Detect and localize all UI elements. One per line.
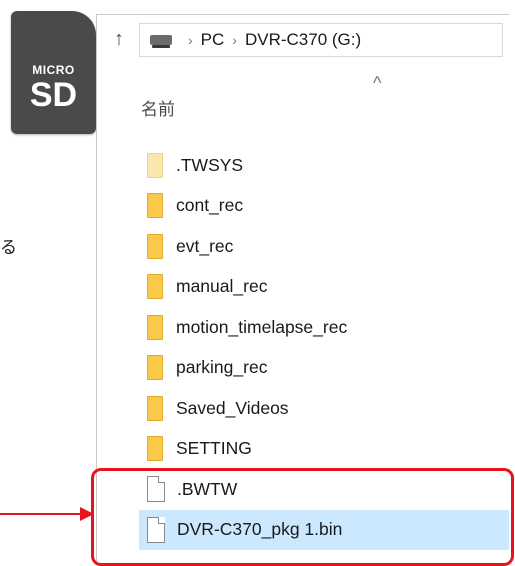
item-name: evt_rec: [176, 235, 234, 256]
item-name: manual_rec: [176, 276, 268, 297]
folder-icon: [147, 193, 163, 219]
item-name: motion_timelapse_rec: [176, 316, 348, 337]
folder-icon: [147, 436, 163, 462]
folder-icon: [147, 314, 163, 340]
breadcrumb-drive[interactable]: DVR-C370 (G:): [245, 30, 361, 50]
item-name: cont_rec: [176, 195, 244, 216]
sort-ascending-icon[interactable]: ^: [373, 73, 381, 94]
list-item[interactable]: .BWTW: [139, 469, 509, 510]
explorer-window: ↑ › PC › DVR-C370 (G:) ^ 名前 .TWSYS cont_…: [96, 14, 509, 563]
item-name: Saved_Videos: [176, 397, 289, 418]
list-item[interactable]: Saved_Videos: [139, 388, 509, 429]
item-name: .BWTW: [177, 478, 238, 499]
folder-icon: [147, 233, 163, 259]
item-name: DVR-C370_pkg 1.bin: [177, 519, 343, 540]
item-name: .TWSYS: [176, 154, 244, 175]
file-icon: [147, 516, 165, 543]
item-name: parking_rec: [176, 357, 268, 378]
microsd-card-icon: MICRO SD: [11, 11, 96, 134]
folder-icon: [147, 355, 163, 381]
list-item[interactable]: SETTING: [139, 429, 509, 470]
list-item[interactable]: cont_rec: [139, 186, 509, 227]
list-item[interactable]: parking_rec: [139, 348, 509, 389]
list-item[interactable]: .TWSYS: [139, 145, 509, 186]
arrow-right-icon: [80, 507, 94, 521]
list-item[interactable]: motion_timelapse_rec: [139, 307, 509, 348]
list-item-selected[interactable]: DVR-C370_pkg 1.bin: [139, 509, 509, 550]
chevron-right-icon: ›: [188, 32, 193, 48]
drive-icon: [150, 35, 172, 48]
file-icon: [147, 476, 165, 503]
folder-icon: [147, 274, 163, 300]
side-text-fragment: る: [0, 238, 17, 258]
breadcrumb-pc[interactable]: PC: [201, 30, 225, 50]
sd-card-sd-label: SD: [29, 76, 78, 114]
folder-icon: [147, 395, 163, 421]
pointer-arrow-line: [0, 513, 82, 515]
column-header-name[interactable]: 名前: [141, 95, 175, 120]
address-bar[interactable]: › PC › DVR-C370 (G:): [139, 23, 503, 57]
item-name: SETTING: [176, 438, 252, 459]
list-item[interactable]: manual_rec: [139, 267, 509, 308]
file-list: .TWSYS cont_rec evt_rec manual_rec motio…: [139, 145, 509, 550]
folder-icon: [147, 152, 163, 178]
up-arrow-icon[interactable]: ↑: [107, 25, 131, 53]
list-item[interactable]: evt_rec: [139, 226, 509, 267]
chevron-right-icon: ›: [232, 32, 237, 48]
